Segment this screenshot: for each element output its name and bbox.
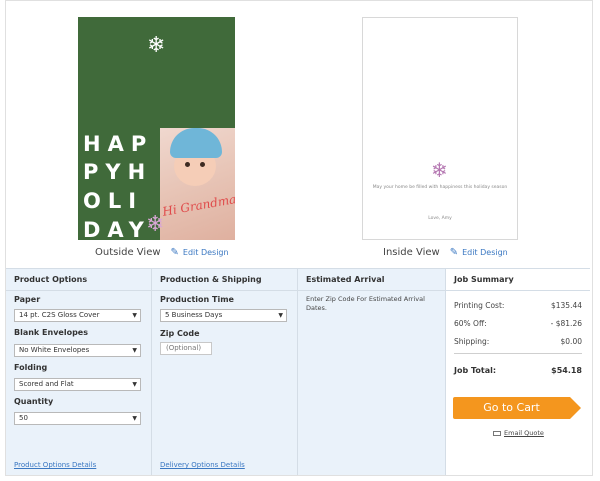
divider: [298, 290, 445, 291]
select-value: 5 Business Days: [165, 311, 223, 319]
folding-label: Folding: [14, 363, 48, 372]
column-heading: Product Options: [14, 275, 88, 284]
column-heading: Estimated Arrival: [306, 275, 385, 284]
outside-view-row: Outside View ✎ Edit Design: [95, 245, 229, 259]
zip-code-label: Zip Code: [160, 329, 200, 338]
inside-signature: Love, Amy: [428, 216, 452, 221]
email-quote-link[interactable]: Email Quote: [493, 429, 544, 437]
go-to-cart-button[interactable]: Go to Cart: [453, 397, 581, 419]
inside-message: May your home be filled with happiness t…: [372, 185, 508, 190]
inside-card-preview[interactable]: ❄ May your home be filled with happiness…: [362, 17, 518, 240]
row-value: $135.44: [550, 301, 582, 310]
product-options-column: Product Options Paper 14 pt. C2S Gloss C…: [6, 269, 152, 475]
column-heading: Job Summary: [454, 275, 514, 284]
shipping-row: Shipping: $0.00: [454, 337, 582, 346]
row-label: 60% Off:: [454, 319, 487, 328]
folding-select[interactable]: Scored and Flat ▼: [14, 378, 141, 391]
printing-cost-row: Printing Cost: $135.44: [454, 301, 582, 310]
production-column: Production & Shipping Production Time 5 …: [152, 269, 298, 475]
holiday-line: OLI: [83, 189, 144, 213]
divider: [454, 353, 582, 354]
caret-down-icon: ▼: [132, 415, 137, 422]
quantity-label: Quantity: [14, 397, 54, 406]
edit-design-link[interactable]: Edit Design: [183, 248, 229, 257]
row-label: Job Total:: [454, 366, 497, 375]
outside-view-label: Outside View: [95, 246, 161, 258]
snowflake-icon: ❄: [431, 158, 448, 182]
eye: [185, 162, 190, 167]
select-value: 14 pt. C2S Gloss Cover: [19, 311, 100, 319]
snowflake-icon: ❄: [146, 212, 165, 237]
column-heading: Production & Shipping: [160, 275, 262, 284]
envelope-icon: [493, 430, 501, 436]
caret-down-icon: ▼: [132, 347, 137, 354]
options-panel: Product Options Paper 14 pt. C2S Gloss C…: [6, 268, 590, 475]
paper-label: Paper: [14, 295, 41, 304]
pencil-icon[interactable]: ✎: [171, 247, 179, 258]
row-label: Shipping:: [454, 337, 490, 346]
holiday-line: DAY: [83, 218, 151, 241]
paper-select[interactable]: 14 pt. C2S Gloss Cover ▼: [14, 309, 141, 322]
caret-down-icon: ▼: [132, 381, 137, 388]
caret-down-icon: ▼: [278, 312, 283, 319]
inside-view-row: Inside View ✎ Edit Design: [383, 245, 508, 259]
product-options-details-link[interactable]: Product Options Details: [14, 461, 96, 469]
row-value: $0.00: [560, 337, 582, 346]
holiday-line: PYH: [83, 160, 153, 184]
divider: [152, 290, 297, 291]
edit-design-link[interactable]: Edit Design: [462, 248, 508, 257]
baby-photo: Hi Grandma!: [160, 128, 235, 240]
delivery-options-details-link[interactable]: Delivery Options Details: [160, 461, 245, 469]
row-value: - $81.26: [550, 319, 582, 328]
pencil-icon[interactable]: ✎: [450, 247, 458, 258]
row-value: $54.18: [551, 366, 582, 375]
select-value: 50: [19, 414, 28, 422]
arrival-text: Enter Zip Code For Estimated Arrival Dat…: [306, 295, 425, 312]
email-quote-label: Email Quote: [504, 429, 544, 437]
job-total-row: Job Total: $54.18: [454, 366, 582, 375]
select-value: No White Envelopes: [19, 346, 90, 354]
holiday-line: HAP: [83, 132, 154, 156]
envelopes-label: Blank Envelopes: [14, 328, 88, 337]
divider: [446, 290, 590, 291]
knit-hat: [170, 128, 222, 158]
eye: [200, 162, 205, 167]
arrow-tip: [570, 397, 581, 419]
envelopes-select[interactable]: No White Envelopes ▼: [14, 344, 141, 357]
select-value: Scored and Flat: [19, 380, 74, 388]
discount-row: 60% Off: - $81.26: [454, 319, 582, 328]
arrival-column: Estimated Arrival Enter Zip Code For Est…: [298, 269, 446, 475]
production-time-label: Production Time: [160, 295, 234, 304]
zip-code-input[interactable]: (Optional): [160, 342, 212, 355]
row-label: Printing Cost:: [454, 301, 505, 310]
snowflake-icon: ❄: [147, 33, 166, 58]
production-time-select[interactable]: 5 Business Days ▼: [160, 309, 287, 322]
photo-caption: Hi Grandma!: [161, 191, 235, 219]
job-summary-column: Job Summary Printing Cost: $135.44 60% O…: [446, 269, 590, 475]
inside-view-label: Inside View: [383, 246, 440, 258]
caret-down-icon: ▼: [132, 312, 137, 319]
outside-card-preview[interactable]: ❄ HAP PYH OLI DAY Hi Grandma! ❄: [78, 17, 235, 240]
divider: [6, 290, 151, 291]
quantity-select[interactable]: 50 ▼: [14, 412, 141, 425]
button-label: Go to Cart: [453, 397, 570, 419]
